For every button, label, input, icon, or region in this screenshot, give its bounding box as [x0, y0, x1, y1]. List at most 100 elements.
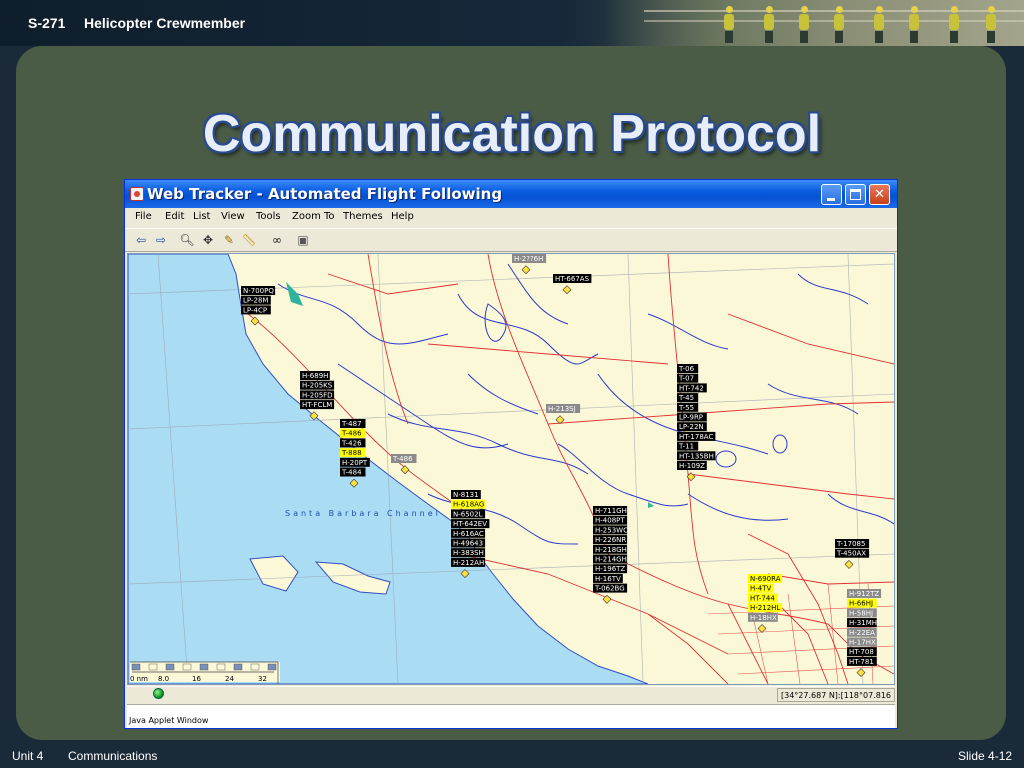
back-arrow-icon[interactable]: ⇦ [133, 232, 149, 248]
water-label: Santa Barbara Channel [285, 509, 441, 518]
aircraft-label[interactable]: T-06 [678, 365, 695, 373]
window-titlebar[interactable]: Web Tracker - Automated Flight Following… [125, 180, 897, 208]
aircraft-label[interactable]: HT-667AS [555, 275, 590, 283]
aircraft-label[interactable]: H-58HJ [849, 609, 873, 617]
scale-label-4: 32 [258, 675, 267, 683]
binoculars-icon[interactable]: ∞ [269, 232, 285, 248]
aircraft-label[interactable]: H-22EA [849, 629, 875, 637]
aircraft-label[interactable]: H-912TZ [849, 590, 879, 598]
aircraft-label[interactable]: T-487 [341, 420, 362, 428]
select-icon[interactable]: ✎ [221, 232, 237, 248]
map-canvas[interactable]: Santa Barbara Channel H-2??6H HT-667AS N-7… [128, 254, 894, 684]
aircraft-label[interactable]: HT-135BH [679, 452, 714, 460]
aircraft-label[interactable]: LP-22N [679, 423, 704, 431]
applet-label: Java Applet Window [129, 716, 209, 725]
web-tracker-window: Web Tracker - Automated Flight Following… [124, 179, 898, 729]
aircraft-label[interactable]: HT-744 [750, 594, 775, 602]
aircraft-label[interactable]: H-205KS [302, 382, 333, 390]
aircraft-label[interactable]: H-226NR [595, 536, 626, 544]
footer-slide-number: Slide 4-12 [958, 749, 1013, 763]
aircraft-label[interactable]: H-253WC [595, 526, 628, 534]
aircraft-label[interactable]: N-700PQ [243, 287, 274, 295]
menu-bar: File Edit List View Tools Zoom To Themes… [125, 208, 897, 228]
aircraft-label[interactable]: H-618AG [453, 501, 484, 509]
aircraft-label[interactable]: T-888 [341, 449, 362, 457]
scale-tick [148, 663, 158, 671]
aircraft-label[interactable]: N-690RA [750, 575, 781, 583]
aircraft-label[interactable]: H-689H [302, 372, 328, 380]
aircraft-label[interactable]: H-214GH [595, 556, 627, 564]
scale-tick [199, 663, 209, 671]
aircraft-label[interactable]: T-11 [678, 443, 694, 451]
aircraft-label[interactable]: H-49643 [453, 540, 483, 548]
aircraft-label[interactable]: LP-28M [243, 297, 268, 305]
aircraft-label[interactable]: H-212AH [453, 559, 484, 567]
menu-list[interactable]: List [193, 211, 210, 222]
aircraft-label[interactable]: HT-642EV [453, 520, 487, 528]
scale-bar: 0 nm 8.0 16 24 32 [130, 661, 280, 684]
aircraft-label[interactable]: HT-781 [849, 658, 874, 666]
aircraft-label[interactable]: H-383SH [453, 549, 484, 557]
aircraft-label[interactable]: T-45 [678, 394, 694, 402]
aircraft-label[interactable]: H-4TV [750, 585, 772, 593]
measure-icon[interactable]: 📏︎ [241, 232, 257, 248]
aircraft-label[interactable]: H-66HJ [849, 600, 873, 608]
minimize-button[interactable] [821, 184, 842, 205]
aircraft-label[interactable]: LP-9RP [679, 414, 703, 422]
aircraft-label[interactable]: T-426 [341, 439, 362, 447]
aircraft-label[interactable]: H-20PT [342, 459, 368, 467]
menu-help[interactable]: Help [391, 211, 414, 222]
aircraft-label[interactable]: H-205FD [302, 391, 333, 399]
aircraft-label[interactable]: T-062BG [594, 585, 625, 593]
aircraft-label[interactable]: HT-FCLM [302, 401, 332, 409]
menu-file[interactable]: File [135, 211, 152, 222]
aircraft-label[interactable]: H-31MH [849, 619, 877, 627]
menu-tools[interactable]: Tools [256, 211, 281, 222]
aircraft-label[interactable]: N-6502L [453, 510, 483, 518]
slide-title: Communication Protocol [202, 105, 822, 163]
scale-tick [182, 663, 192, 671]
aircraft-label[interactable]: H-408PT [595, 517, 625, 525]
aircraft-label[interactable]: HT-708 [849, 648, 874, 656]
aircraft-label[interactable]: H-109Z [679, 462, 705, 470]
aircraft-label[interactable]: T-484 [341, 469, 362, 477]
menu-zoom-to[interactable]: Zoom To [292, 211, 335, 222]
aircraft-label[interactable]: T-486 [341, 430, 362, 438]
footer-unit: Unit 4 [12, 749, 44, 763]
zoom-icon[interactable]: 🔍︎ [179, 232, 195, 248]
pan-icon[interactable]: ✥ [200, 232, 216, 248]
aircraft-label[interactable]: H-16TV [595, 575, 621, 583]
aircraft-label[interactable]: LP-4CP [243, 306, 267, 314]
aircraft-label[interactable]: T-486 [392, 455, 413, 463]
forward-arrow-icon[interactable]: ⇨ [153, 232, 169, 248]
scale-tick [216, 663, 226, 671]
aircraft-label[interactable]: T-450AX [836, 550, 866, 558]
aircraft-label[interactable]: H-711GH [595, 507, 627, 515]
aircraft-label[interactable]: H-213SJ [548, 405, 576, 413]
course-subject: Helicopter Crewmember [84, 15, 246, 31]
close-button[interactable]: ✕ [869, 184, 890, 205]
aircraft-label[interactable]: H-18HX [750, 614, 777, 622]
maximize-button[interactable] [845, 184, 866, 205]
aircraft-label[interactable]: H-196TZ [595, 565, 625, 573]
aircraft-label[interactable]: T-07 [678, 375, 694, 383]
aircraft-label[interactable]: H-2??6H [514, 255, 543, 263]
menu-edit[interactable]: Edit [165, 211, 184, 222]
slide-header: S-271 Helicopter Crewmember [0, 0, 1024, 46]
aircraft-label[interactable]: T-17085 [836, 540, 865, 548]
aircraft-label[interactable]: T-55 [678, 404, 694, 412]
aircraft-label[interactable]: H-218GH [595, 546, 627, 554]
course-code: S-271 [28, 15, 66, 31]
menu-view[interactable]: View [221, 211, 245, 222]
aircraft-label[interactable]: H-17HX [849, 639, 876, 647]
print-icon[interactable]: ▣ [295, 232, 311, 248]
aircraft-label[interactable]: H-212HL [750, 604, 780, 612]
map-view[interactable]: Santa Barbara Channel H-2??6H HT-667AS N-7… [127, 253, 895, 685]
crew-photo-banner [604, 0, 1024, 46]
aircraft-label[interactable]: H-616AC [453, 530, 484, 538]
aircraft-label[interactable]: N-8131 [453, 491, 479, 499]
menu-themes[interactable]: Themes [343, 211, 383, 222]
scale-tick [250, 663, 260, 671]
aircraft-label[interactable]: HT-742 [679, 384, 704, 392]
aircraft-label[interactable]: HT-178AC [679, 433, 713, 441]
